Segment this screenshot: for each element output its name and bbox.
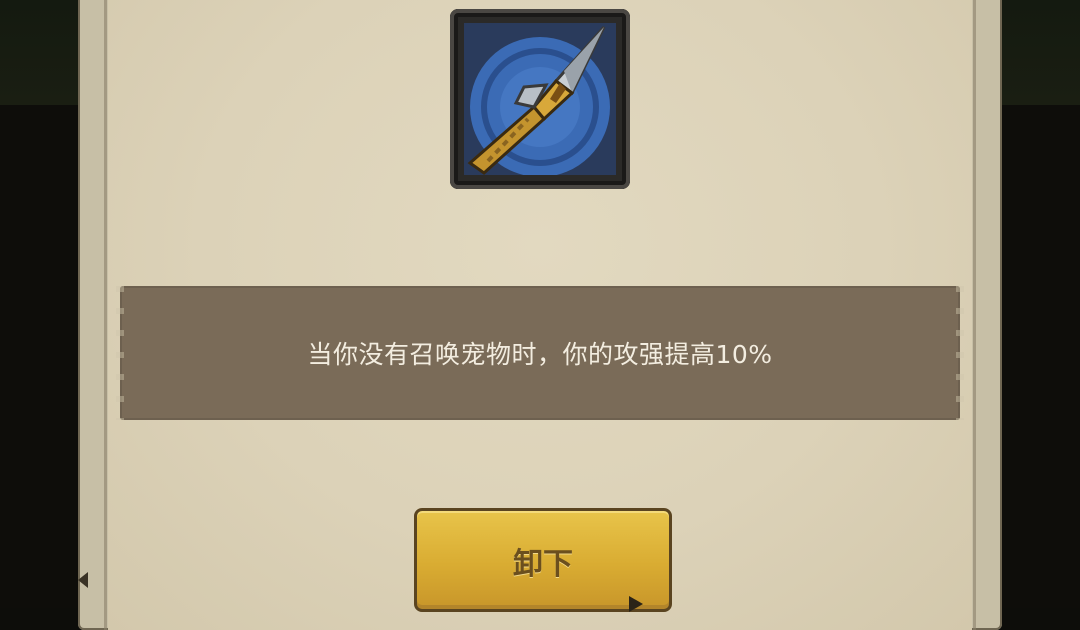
skill-description: 当你没有召唤宠物时，你的攻强提高10% [307, 340, 773, 369]
button-corner-arrow-icon [629, 596, 643, 612]
backdrop-right [1000, 0, 1080, 105]
skill-description-bar: 当你没有召唤宠物时，你的攻强提高10% [116, 286, 964, 420]
spear-icon [464, 23, 616, 175]
panel-corner-arrow-icon [78, 572, 88, 588]
unequip-button-label: 卸下 [513, 547, 573, 582]
skill-icon-frame [450, 9, 630, 189]
unequip-button[interactable]: 卸下 [414, 508, 672, 612]
backdrop-left [0, 0, 80, 105]
